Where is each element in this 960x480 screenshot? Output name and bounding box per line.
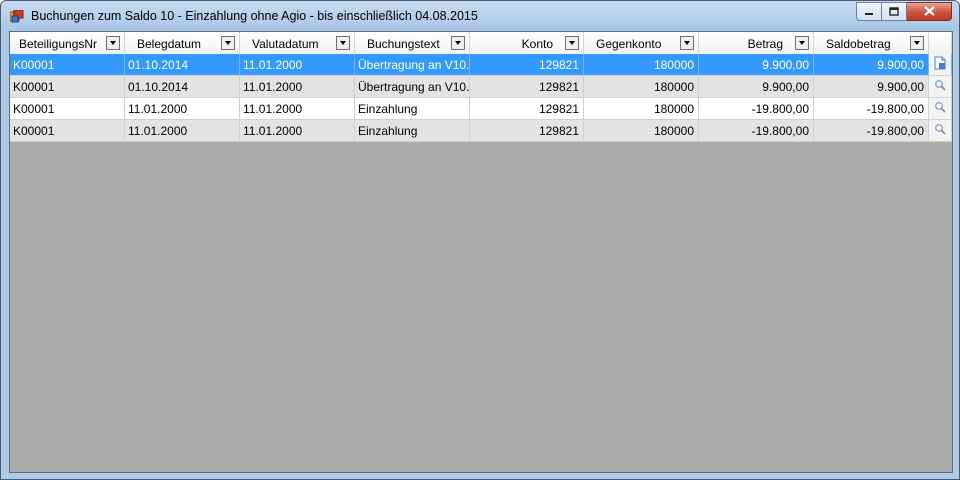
filter-dropdown-icon[interactable] — [795, 36, 809, 50]
document-icon — [934, 56, 946, 73]
cell-konto[interactable]: 129821 — [470, 98, 584, 119]
cell-gegenkonto[interactable]: 180000 — [584, 98, 699, 119]
column-header-konto[interactable]: Konto — [470, 32, 584, 54]
table-row[interactable]: K00001 01.10.2014 11.01.2000 Übertragung… — [10, 54, 952, 76]
cell-betrag[interactable]: 9.900,00 — [699, 76, 814, 97]
cell-valutadatum[interactable]: 11.01.2000 — [240, 98, 355, 119]
filter-dropdown-icon[interactable] — [565, 36, 579, 50]
cell-saldobetrag[interactable]: 9.900,00 — [814, 54, 929, 75]
magnifier-icon — [934, 79, 946, 94]
column-header-label: Valutadatum — [252, 37, 319, 51]
column-header-saldobetrag[interactable]: Saldobetrag — [814, 32, 929, 54]
magnifier-icon — [934, 123, 946, 138]
row-action-button[interactable] — [929, 76, 952, 97]
column-header-belegdatum[interactable]: Belegdatum — [125, 32, 240, 54]
cell-konto[interactable]: 129821 — [470, 120, 584, 141]
column-header-betrag[interactable]: Betrag — [699, 32, 814, 54]
minimize-icon — [864, 5, 874, 19]
table-row[interactable]: K00001 01.10.2014 11.01.2000 Übertragung… — [10, 76, 952, 98]
column-header-valutadatum[interactable]: Valutadatum — [240, 32, 355, 54]
app-window-icon[interactable] — [9, 9, 24, 23]
grid-rows: K00001 01.10.2014 11.01.2000 Übertragung… — [10, 54, 952, 142]
row-action-button[interactable] — [929, 120, 952, 141]
magnifier-icon — [934, 101, 946, 116]
filter-dropdown-icon[interactable] — [680, 36, 694, 50]
cell-saldobetrag[interactable]: -19.800,00 — [814, 120, 929, 141]
cell-buchungstext[interactable]: Übertragung an V10... — [355, 54, 470, 75]
row-action-button[interactable] — [929, 98, 952, 119]
column-header-label: BeteiligungsNr — [19, 37, 98, 51]
cell-buchungstext[interactable]: Einzahlung — [355, 120, 470, 141]
minimize-button[interactable] — [856, 2, 882, 21]
column-header-buchungstext[interactable]: Buchungstext — [355, 32, 470, 54]
maximize-icon — [889, 5, 899, 19]
cell-valutadatum[interactable]: 11.01.2000 — [240, 120, 355, 141]
row-action-button[interactable] — [929, 54, 952, 75]
filter-dropdown-icon[interactable] — [221, 36, 235, 50]
cell-betrag[interactable]: -19.800,00 — [699, 120, 814, 141]
cell-betrag[interactable]: 9.900,00 — [699, 54, 814, 75]
cell-beteiligungsnr[interactable]: K00001 — [10, 76, 125, 97]
cell-saldobetrag[interactable]: -19.800,00 — [814, 98, 929, 119]
filter-dropdown-icon[interactable] — [451, 36, 465, 50]
table-row[interactable]: K00001 11.01.2000 11.01.2000 Einzahlung … — [10, 120, 952, 142]
cell-belegdatum[interactable]: 01.10.2014 — [125, 76, 240, 97]
cell-belegdatum[interactable]: 01.10.2014 — [125, 54, 240, 75]
cell-gegenkonto[interactable]: 180000 — [584, 120, 699, 141]
cell-gegenkonto[interactable]: 180000 — [584, 76, 699, 97]
column-header-label: Buchungstext — [367, 37, 440, 51]
filter-dropdown-icon[interactable] — [910, 36, 924, 50]
cell-buchungstext[interactable]: Einzahlung — [355, 98, 470, 119]
column-header-label: Saldobetrag — [826, 37, 891, 51]
cell-konto[interactable]: 129821 — [470, 76, 584, 97]
filter-dropdown-icon[interactable] — [336, 36, 350, 50]
title-bar[interactable]: Buchungen zum Saldo 10 - Einzahlung ohne… — [1, 1, 959, 31]
column-header-label: Betrag — [747, 37, 783, 51]
cell-saldobetrag[interactable]: 9.900,00 — [814, 76, 929, 97]
column-header-label: Konto — [521, 37, 553, 51]
cell-belegdatum[interactable]: 11.01.2000 — [125, 98, 240, 119]
cell-valutadatum[interactable]: 11.01.2000 — [240, 76, 355, 97]
table-row[interactable]: K00001 11.01.2000 11.01.2000 Einzahlung … — [10, 98, 952, 120]
cell-valutadatum[interactable]: 11.01.2000 — [240, 54, 355, 75]
close-icon — [923, 5, 935, 19]
caption-buttons — [856, 2, 952, 21]
cell-belegdatum[interactable]: 11.01.2000 — [125, 120, 240, 141]
cell-konto[interactable]: 129821 — [470, 54, 584, 75]
cell-beteiligungsnr[interactable]: K00001 — [10, 120, 125, 141]
cell-gegenkonto[interactable]: 180000 — [584, 54, 699, 75]
bookings-grid[interactable]: BeteiligungsNr Belegdatum Valutadatum Bu… — [9, 31, 953, 473]
column-header-label: Belegdatum — [137, 37, 202, 51]
dialog-window: Buchungen zum Saldo 10 - Einzahlung ohne… — [0, 0, 960, 480]
window-title: Buchungen zum Saldo 10 - Einzahlung ohne… — [31, 9, 478, 23]
column-header-gegenkonto[interactable]: Gegenkonto — [584, 32, 699, 54]
cell-buchungstext[interactable]: Übertragung an V10... — [355, 76, 470, 97]
cell-beteiligungsnr[interactable]: K00001 — [10, 98, 125, 119]
column-header-action — [929, 32, 952, 54]
maximize-button[interactable] — [882, 2, 907, 21]
cell-betrag[interactable]: -19.800,00 — [699, 98, 814, 119]
close-button[interactable] — [907, 2, 952, 21]
grid-header: BeteiligungsNr Belegdatum Valutadatum Bu… — [10, 32, 952, 54]
column-header-beteiligungsnr[interactable]: BeteiligungsNr — [10, 32, 125, 54]
cell-beteiligungsnr[interactable]: K00001 — [10, 54, 125, 75]
filter-dropdown-icon[interactable] — [106, 36, 120, 50]
column-header-label: Gegenkonto — [596, 37, 662, 51]
